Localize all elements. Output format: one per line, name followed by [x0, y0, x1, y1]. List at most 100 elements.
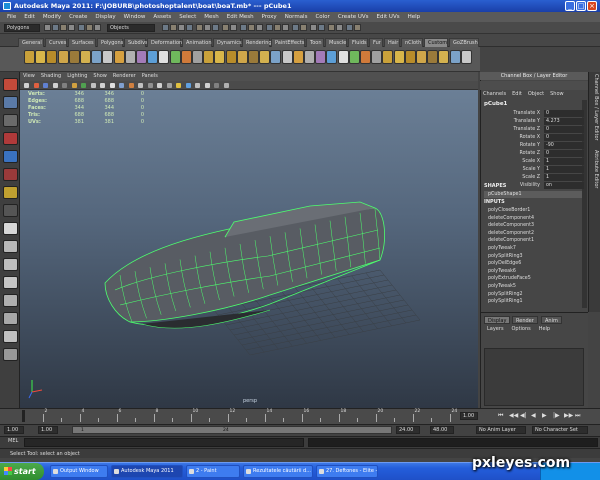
toolbox-tool-icon[interactable] [3, 330, 18, 343]
shelf-tool-icon[interactable] [281, 50, 293, 64]
attribute-value-field[interactable]: on [544, 182, 584, 189]
maximize-button[interactable]: □ [576, 1, 586, 11]
status-line-icon[interactable] [222, 24, 229, 31]
menu-create[interactable]: Create [65, 12, 91, 22]
playback-button-icon[interactable]: ⏭ [575, 412, 580, 420]
viewport-toolbar-icon[interactable] [138, 83, 143, 88]
input-history-node[interactable]: polyCloseBorder1 [484, 207, 584, 214]
status-line-icon[interactable] [162, 24, 169, 31]
viewport-menu-show[interactable]: Show [90, 72, 110, 81]
status-line-icon[interactable] [44, 24, 51, 31]
shelf-tab-custom[interactable]: Custom [424, 38, 448, 47]
playback-end-field[interactable]: 24.00 [396, 426, 420, 434]
taskbar-window-button[interactable]: 27. Deftones - Elite -... [316, 465, 378, 478]
status-line-icon[interactable] [300, 24, 307, 31]
shelf-tool-icon[interactable] [248, 50, 259, 64]
close-button[interactable]: × [587, 1, 597, 11]
status-line-icon[interactable] [186, 24, 193, 31]
toolbox-tool-icon[interactable] [3, 114, 18, 127]
status-line-icon[interactable] [266, 24, 273, 31]
shelf-tool-icon[interactable] [35, 50, 47, 64]
shelf-tab-general[interactable]: General [18, 38, 44, 47]
shelf-tool-icon[interactable] [326, 50, 338, 64]
layer-tab-anim[interactable]: Anim [541, 316, 562, 324]
channel-attribute-row[interactable]: Scale X 1 [484, 158, 584, 165]
toolbox-tool-icon[interactable] [3, 348, 18, 361]
shelf-tab-hair[interactable]: Hair [384, 38, 400, 47]
toolbox-tool-icon[interactable] [3, 294, 18, 307]
viewport-toolbar-icon[interactable] [90, 83, 96, 88]
shelf-tool-icon[interactable] [136, 50, 147, 64]
viewport-toolbar-icon[interactable] [214, 83, 219, 88]
shelf-tool-icon[interactable] [416, 50, 427, 64]
menu-file[interactable]: File [3, 12, 20, 22]
status-line-icon[interactable] [178, 24, 185, 31]
shelf-tool-icon[interactable] [449, 50, 461, 64]
input-history-node[interactable]: deleteComponent1 [484, 237, 584, 244]
shelf-tab-fur[interactable]: Fur [369, 38, 383, 47]
menu-set-dropdown[interactable]: Polygons [4, 24, 40, 32]
shelf-tool-icon[interactable] [404, 50, 416, 64]
status-line-icon[interactable] [346, 24, 353, 31]
shelf-tab-painteffects[interactable]: PaintEffects [271, 38, 305, 47]
shelf-tool-icon[interactable] [348, 50, 360, 64]
input-history-node[interactable]: polyExtrudeFace5 [484, 275, 584, 282]
shelf-tab-toon[interactable]: Toon [306, 38, 324, 47]
attribute-value-field[interactable]: 1 [544, 166, 584, 173]
status-line-icon[interactable] [170, 24, 177, 31]
viewport-menu-lighting[interactable]: Lighting [64, 72, 90, 81]
menu-display[interactable]: Display [91, 12, 119, 22]
menu-edit[interactable]: Edit [20, 12, 39, 22]
viewport-toolbar-icon[interactable] [176, 83, 181, 88]
status-line-icon[interactable] [292, 24, 299, 31]
side-tab-attribute-editor[interactable]: Attribute Editor [589, 150, 599, 210]
status-line-icon[interactable] [230, 24, 237, 31]
input-history-node[interactable]: polyTweak6 [484, 268, 584, 275]
taskbar-window-button[interactable]: 2 - Paint [186, 465, 240, 478]
channel-attribute-row[interactable]: Rotate Y -90 [484, 142, 584, 149]
attribute-value-field[interactable]: 0 [544, 110, 584, 117]
status-line-icon[interactable] [68, 24, 75, 31]
toolbox-tool-icon[interactable] [3, 312, 18, 325]
viewport-toolbar-icon[interactable] [81, 83, 86, 88]
viewport-menu-renderer[interactable]: Renderer [110, 72, 139, 81]
viewport-toolbar-icon[interactable] [166, 83, 172, 88]
menu-help[interactable]: Help [404, 12, 425, 22]
viewport-toolbar-icon[interactable] [71, 83, 77, 88]
playback-button-icon[interactable]: ◀ [531, 412, 536, 419]
attribute-value-field[interactable]: 4.273 [544, 118, 584, 125]
layer-list[interactable] [484, 348, 584, 406]
shelf-tab-curves[interactable]: Curves [45, 38, 67, 47]
shape-node[interactable]: pCubeShape1 [484, 191, 584, 198]
menu-edit-uvs[interactable]: Edit UVs [373, 12, 404, 22]
shelf-tab-gozbrush[interactable]: GoZBrush [449, 38, 479, 47]
viewport-toolbar-icon[interactable] [204, 83, 210, 88]
viewport-toolbar-icon[interactable] [43, 83, 48, 88]
input-history-node[interactable]: polyTweak5 [484, 283, 584, 290]
viewport-toolbar-icon[interactable] [62, 83, 67, 88]
channel-attribute-row[interactable]: Scale Z 1 [484, 174, 584, 181]
status-line-icon[interactable] [354, 24, 361, 31]
layer-tab-display[interactable]: Display [484, 316, 511, 324]
playback-start-field[interactable]: 1.00 [38, 426, 58, 434]
toolbox-tool-icon[interactable] [3, 204, 18, 217]
viewport-toolbar-icon[interactable] [128, 83, 134, 88]
status-line-icon[interactable] [196, 24, 203, 31]
viewport-menu-panels[interactable]: Panels [139, 72, 161, 81]
layer-menu-options[interactable]: Options [508, 326, 533, 332]
input-history-node[interactable]: polySplitRing2 [484, 291, 584, 298]
playback-button-icon[interactable]: ⏮ [498, 412, 503, 420]
toolbox-tool-icon[interactable] [3, 168, 18, 181]
shelf-tab-animation[interactable]: Animation [182, 38, 212, 47]
viewport-menu-view[interactable]: View [20, 72, 38, 81]
shelf-tab-muscle[interactable]: Muscle [325, 38, 347, 47]
menu-normals[interactable]: Normals [281, 12, 312, 22]
minimize-button[interactable]: _ [565, 1, 575, 11]
toolbox-tool-icon[interactable] [3, 96, 18, 109]
shelf-tool-icon[interactable] [460, 50, 472, 64]
menu-assets[interactable]: Assets [149, 12, 175, 22]
viewport-toolbar-icon[interactable] [109, 83, 115, 88]
shelf-tool-icon[interactable] [214, 50, 226, 64]
status-line-icon[interactable] [240, 24, 247, 31]
shelf-tool-icon[interactable] [371, 50, 383, 64]
